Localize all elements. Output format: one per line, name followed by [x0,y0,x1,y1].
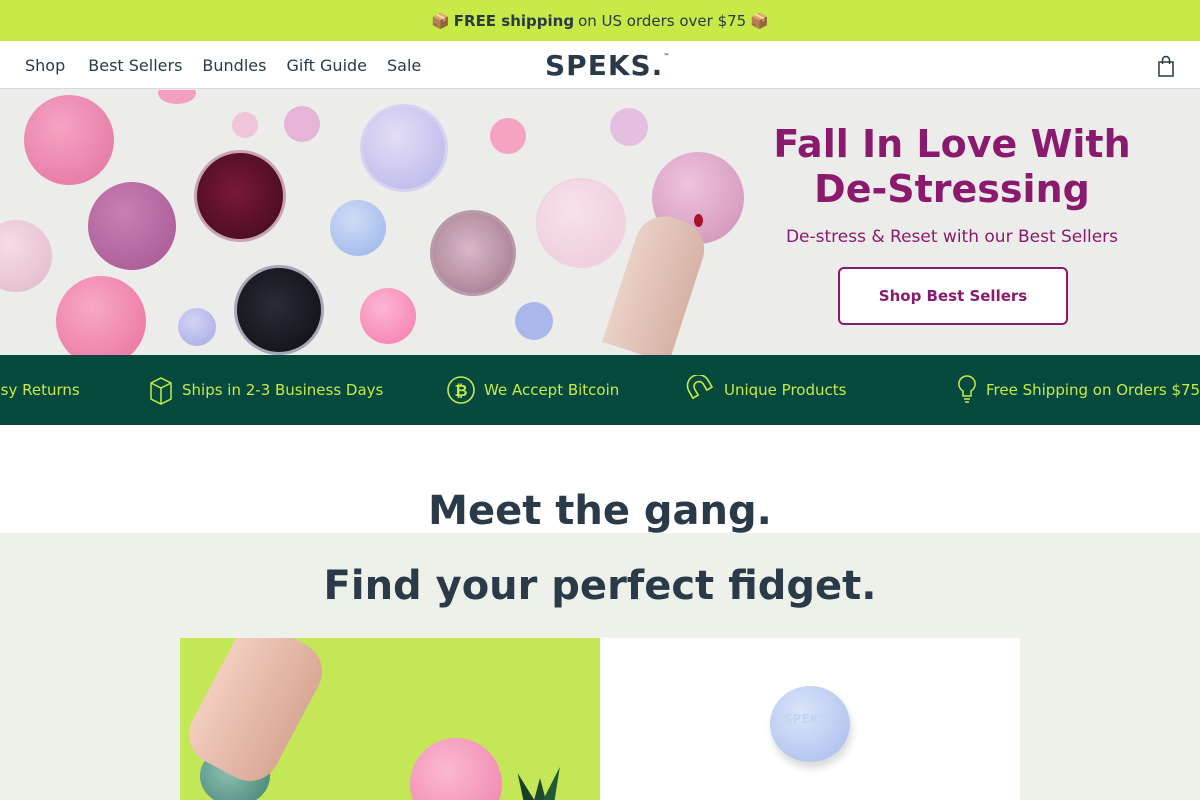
bitcoin-icon: ₿ [447,376,475,404]
nav-shop[interactable]: Shop [25,56,65,75]
meet-heading: Meet the gang. [428,488,772,534]
site-header: Shop Best Sellers Bundles Gift Guide Sal… [0,41,1200,89]
shopping-bag-icon[interactable] [1157,55,1175,77]
main-nav: Shop Best Sellers Bundles Gift Guide Sal… [25,41,441,89]
perk-shipping-time: Ships in 2-3 Business Days [148,355,383,425]
meet-section: Meet the gang. [0,425,1200,534]
nav-sale[interactable]: Sale [387,56,421,75]
package-emoji-left: 📦 [431,11,450,30]
perk-free-shipping: Free Shipping on Orders $75+ [956,355,1200,425]
package-icon [150,377,172,405]
nav-best-sellers[interactable]: Best Sellers [88,56,182,75]
announcement-bold: FREE shipping [453,11,575,30]
package-emoji-right: 📦 [750,11,769,30]
svg-text:₿: ₿ [454,381,467,400]
site-logo[interactable]: SPEKS.™ [545,49,670,82]
perk-easy-returns: Easy Returns [0,381,80,399]
hero-banner: Fall In Love With De-Stressing De-stress… [0,90,1200,355]
lightbulb-icon [958,375,976,403]
announcement-text: on US orders over $75 [578,11,747,30]
blue-ball-logo: SPEKS. [784,712,833,726]
hero-subtitle: De-stress & Reset with our Best Sellers [785,227,1119,247]
nav-bundles[interactable]: Bundles [202,56,266,75]
perk-bitcoin: ₿ We Accept Bitcoin [446,355,619,425]
hero-title: Fall In Love With De-Stressing [773,122,1131,211]
blue-ball-image: SPEKS. [770,686,850,762]
find-heading: Find your perfect fidget. [323,563,877,609]
announcement-bar: 📦 FREE shipping on US orders over $75 📦 [0,0,1200,41]
magnet-icon [686,375,714,400]
find-section: Find your perfect fidget. SPEKS. [0,533,1200,800]
product-card-blue-ball[interactable]: SPEKS. [600,638,1020,800]
perk-unique-products: Unique Products [686,355,846,425]
nav-gift-guide[interactable]: Gift Guide [286,56,367,75]
shop-best-sellers-button[interactable]: Shop Best Sellers [838,267,1068,325]
benefits-strip: Easy Returns Ships in 2-3 Business Days … [0,355,1200,425]
product-card-hand-squeeze[interactable] [180,638,600,800]
